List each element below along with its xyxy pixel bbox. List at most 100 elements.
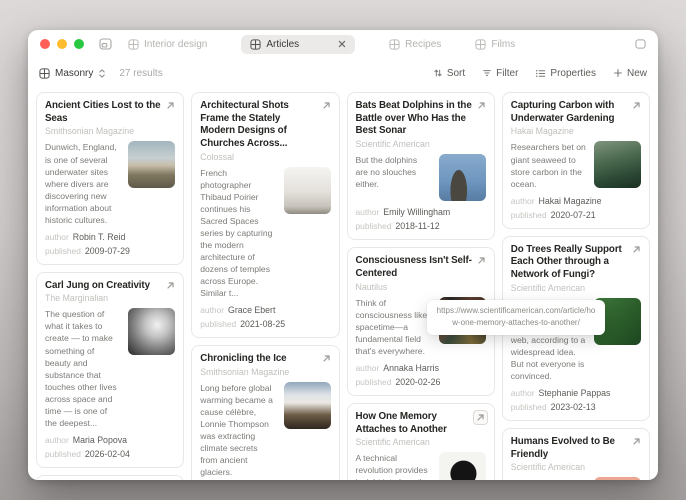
card-source: Scientific American (511, 283, 641, 293)
masonry-column: Ancient Cities Lost to the Seas Smithson… (36, 92, 184, 480)
masonry-grid: Ancient Cities Lost to the Seas Smithson… (28, 88, 658, 480)
published-label: published (511, 210, 547, 220)
card-description: Researchers bet on giant seaweed to stor… (511, 141, 587, 189)
tab-label: Films (491, 39, 515, 50)
author-label: author (356, 363, 380, 373)
card-description: Long before global warming became a caus… (200, 382, 276, 478)
tab-interior-design[interactable]: Interior design (128, 39, 207, 50)
sort-label: Sort (447, 68, 465, 79)
card-title: Humans Evolved to Be Friendly (511, 436, 628, 461)
new-button[interactable]: New (613, 68, 647, 79)
card-title: Ancient Cities Lost to the Seas (45, 100, 162, 125)
card-title: Capturing Carbon with Underwater Gardeni… (511, 100, 628, 125)
card-description: Think of consciousness like spacetime—a … (356, 297, 432, 357)
published-value: 2020-02-26 (395, 377, 440, 387)
article-card[interactable]: How One Memory Attaches to Another Scien… (347, 403, 495, 480)
card-title: Architectural Shots Frame the Stately Mo… (200, 100, 317, 151)
card-source: Smithsonian Magazine (200, 367, 330, 377)
tab-recipes[interactable]: Recipes (389, 39, 441, 50)
card-source: Smithsonian Magazine (45, 126, 175, 136)
published-value: 2026-02-04 (85, 449, 130, 459)
card-title: Carl Jung on Creativity (45, 280, 162, 293)
author-label: author (45, 435, 69, 445)
toolbar-actions: Sort Filter Properties (433, 68, 647, 79)
tab-films[interactable]: Films (475, 39, 515, 50)
card-source: Scientific American (511, 462, 641, 472)
open-link-icon[interactable] (632, 101, 641, 110)
open-link-icon[interactable] (166, 281, 175, 290)
published-value: 2020-07-21 (551, 210, 596, 220)
article-card[interactable]: Ancient Cities Lost to the Seas Smithson… (36, 92, 184, 265)
author-value: Hakai Magazine (539, 196, 602, 206)
properties-button[interactable]: Properties (535, 68, 596, 79)
tab-label: Recipes (405, 39, 441, 50)
toolbar: Masonry 27 results Sort (28, 58, 658, 88)
tab-articles[interactable]: Articles (241, 35, 355, 54)
sort-arrows-icon (433, 68, 443, 78)
card-title: Bats Beat Dolphins in the Battle over Wh… (356, 100, 473, 138)
article-card[interactable]: Bats Beat Dolphins in the Battle over Wh… (347, 92, 495, 240)
grid-view-icon (128, 39, 139, 50)
published-label: published (45, 246, 81, 256)
open-link-icon[interactable] (477, 256, 486, 265)
published-label: published (356, 221, 392, 231)
open-link-icon[interactable] (166, 101, 175, 110)
tab-overview-icon[interactable] (99, 38, 112, 50)
grid-view-icon (389, 39, 400, 50)
article-card[interactable]: Architectural Shots Frame the Stately Mo… (191, 92, 339, 338)
close-tab-icon[interactable] (338, 40, 346, 48)
grid-view-icon (250, 39, 261, 50)
author-label: author (200, 305, 224, 315)
panel-toggle-icon[interactable] (635, 39, 646, 49)
published-label: published (200, 319, 236, 329)
author-label: author (511, 388, 535, 398)
tab-label: Interior design (144, 39, 207, 50)
author-value: Annaka Harris (383, 363, 439, 373)
author-value: Stephanie Pappas (539, 388, 611, 398)
open-link-icon[interactable] (632, 245, 641, 254)
card-description: Dunwich, England, is one of several unde… (45, 141, 121, 225)
view-mode-select[interactable]: Masonry (39, 68, 106, 79)
author-label: author (511, 196, 535, 206)
link-tooltip: https://www.scientificamerican.com/artic… (427, 300, 605, 335)
open-link-icon[interactable] (473, 410, 488, 425)
open-link-icon[interactable] (322, 354, 331, 363)
grid-view-icon (475, 39, 486, 50)
article-card[interactable]: Chronicling the Ice Smithsonian Magazine… (191, 345, 339, 480)
masonry-column: Architectural Shots Frame the Stately Mo… (191, 92, 339, 480)
tab-label: Articles (266, 39, 299, 50)
author-value: Emily Willingham (383, 207, 450, 217)
card-source: Scientific American (356, 139, 486, 149)
minimize-window-button[interactable] (57, 39, 67, 49)
chevron-up-down-icon (98, 68, 106, 79)
view-mode-label: Masonry (55, 68, 93, 79)
new-label: New (627, 68, 647, 79)
open-link-icon[interactable] (322, 101, 331, 110)
card-description: French photographer Thibaud Poirier cont… (200, 167, 276, 299)
window-controls (40, 39, 84, 49)
published-label: published (356, 377, 392, 387)
open-link-icon[interactable] (632, 437, 641, 446)
close-window-button[interactable] (40, 39, 50, 49)
filter-button[interactable]: Filter (482, 68, 518, 79)
plus-icon (613, 68, 623, 78)
card-description: The question of what it takes to create … (45, 308, 121, 428)
article-card[interactable]: Capturing Carbon with Underwater Gardeni… (502, 92, 650, 229)
card-thumbnail (128, 308, 175, 355)
card-thumbnail (439, 452, 486, 480)
author-value: Robin T. Reid (73, 232, 126, 242)
results-count: 27 results (119, 68, 162, 79)
open-link-icon[interactable] (477, 101, 486, 110)
article-card[interactable]: Dreaming Is Like Taking LSD Nautilus A n… (36, 475, 184, 480)
article-card[interactable]: Humans Evolved to Be Friendly Scientific… (502, 428, 650, 480)
published-value: 2009-07-29 (85, 246, 130, 256)
card-source: Scientific American (356, 437, 486, 447)
card-source: Hakai Magazine (511, 126, 641, 136)
card-thumbnail (128, 141, 175, 188)
zoom-window-button[interactable] (74, 39, 84, 49)
card-source: Colossal (200, 152, 330, 162)
published-value: 2023-02-13 (551, 402, 596, 412)
sort-button[interactable]: Sort (433, 68, 465, 79)
card-title: Do Trees Really Support Each Other throu… (511, 244, 628, 282)
article-card[interactable]: Carl Jung on Creativity The Marginalian … (36, 272, 184, 468)
